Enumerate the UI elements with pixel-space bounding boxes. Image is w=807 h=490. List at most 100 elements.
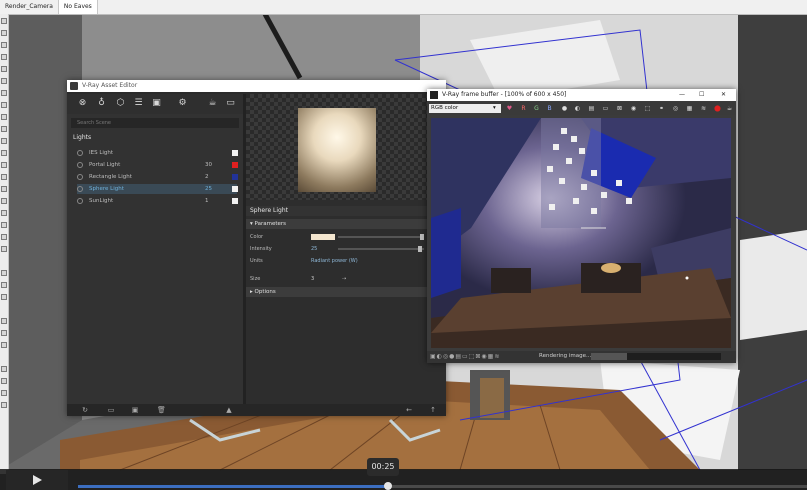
units-dropdown[interactable]: Radiant power (W)	[311, 256, 358, 266]
green-channel-icon[interactable]: G	[532, 104, 541, 113]
track-mouse-icon[interactable]: ◉	[629, 104, 638, 113]
asset-editor-titlebar[interactable]: V-Ray Asset Editor	[67, 80, 446, 92]
pan-tool-icon[interactable]	[1, 222, 7, 228]
arrow-right-icon[interactable]: ⇢	[342, 274, 346, 284]
clear-image-icon[interactable]: ⊠	[615, 104, 624, 113]
save-image-icon[interactable]: ▤	[587, 104, 596, 113]
corrections-icon[interactable]: ≋	[699, 104, 708, 113]
size-value[interactable]: 3	[311, 274, 314, 284]
orbit-tool-icon[interactable]	[1, 210, 7, 216]
rotate-tool-icon[interactable]	[1, 126, 7, 132]
scene-tab-render-camera[interactable]: Render_Camera	[0, 0, 59, 14]
light-color-swatch[interactable]	[232, 162, 238, 168]
load-image-icon[interactable]: ▭	[601, 104, 610, 113]
eraser-tool-icon[interactable]	[1, 30, 7, 36]
close-icon[interactable]: ✕	[721, 89, 726, 101]
light-item[interactable]: Portal Light 30	[77, 160, 238, 170]
vray-render-tool-icon[interactable]	[1, 366, 7, 372]
vray-light-tool-icon[interactable]	[1, 390, 7, 396]
intensity-slider[interactable]	[338, 246, 424, 252]
light-item[interactable]: IES Light	[77, 148, 238, 158]
light-item[interactable]: SunLight 1	[77, 196, 238, 206]
refresh-icon[interactable]: ↻	[81, 406, 89, 414]
red-channel-icon[interactable]: R	[519, 104, 528, 113]
light-color-swatch[interactable]	[232, 174, 238, 180]
channel-select[interactable]: RGB color ▾	[429, 104, 501, 113]
light-item[interactable]: Sphere Light 25	[77, 184, 238, 194]
intensity-slider-knob[interactable]	[418, 246, 422, 252]
settings-gear-icon[interactable]: ⚙	[177, 98, 188, 109]
circle-tool-icon[interactable]	[1, 78, 7, 84]
video-seek-handle[interactable]	[383, 482, 392, 490]
push-pull-tool-icon[interactable]	[1, 102, 7, 108]
color-picker-icon[interactable]: ♥	[505, 104, 514, 113]
render-elements-tab-icon[interactable]: ▣	[151, 98, 162, 109]
arc-tool-icon[interactable]	[1, 54, 7, 60]
render-teapot-icon[interactable]: ☕	[725, 104, 734, 113]
video-seek-bar[interactable]	[78, 482, 807, 490]
back-icon[interactable]: ←	[405, 406, 413, 414]
mono-icon[interactable]: ◐	[573, 104, 582, 113]
move-tool-icon[interactable]	[1, 114, 7, 120]
vray-interactive-tool-icon[interactable]	[1, 378, 7, 384]
light-item[interactable]: Rectangle Light 2	[77, 172, 238, 182]
minimize-icon[interactable]: —	[679, 89, 685, 101]
zoom-tool-icon[interactable]	[1, 234, 7, 240]
delete-icon[interactable]: 🗑	[157, 406, 166, 414]
color-slider[interactable]	[338, 234, 424, 240]
select-tool-icon[interactable]	[1, 18, 7, 24]
sandbox-tool-icon[interactable]	[1, 318, 7, 324]
parameters-section-header[interactable]: ▾ Parameters	[246, 219, 446, 229]
play-button[interactable]	[6, 470, 68, 490]
stop-render-icon[interactable]: ⬤	[713, 104, 722, 113]
materials-tab-icon[interactable]: ⊗	[77, 98, 88, 109]
light-color-swatch[interactable]	[232, 198, 238, 204]
tape-tool-icon[interactable]	[1, 162, 7, 168]
history-icon[interactable]: ◎	[671, 104, 680, 113]
scene-tab-no-eaves[interactable]: No Eaves	[58, 0, 98, 14]
maximize-icon[interactable]: ☐	[699, 89, 704, 101]
position-camera-tool-icon[interactable]	[1, 342, 7, 348]
zoom-extents-tool-icon[interactable]	[1, 246, 7, 252]
frame-buffer-titlebar[interactable]: V-Ray frame buffer - [100% of 600 x 450]…	[427, 89, 736, 101]
scale-tool-icon[interactable]	[1, 138, 7, 144]
geometry-tab-icon[interactable]: ⬡	[115, 98, 126, 109]
offset-tool-icon[interactable]	[1, 150, 7, 156]
open-folder-icon[interactable]: ▭	[107, 406, 115, 414]
frame-buffer-icon[interactable]: ▭	[225, 98, 236, 109]
status-tools-icons[interactable]: ▣◐◎●▤▭⬚⊠◉▦≋	[430, 353, 500, 360]
axes-tool-icon[interactable]	[1, 186, 7, 192]
light-color-swatch[interactable]	[232, 186, 238, 192]
asset-editor-window: V-Ray Asset Editor ⊗ ♁ ⬡ ☰ ▣ ⚙ ☕ ▭ Searc…	[67, 80, 446, 416]
follow-me-tool-icon[interactable]	[1, 330, 7, 336]
options-section-header[interactable]: ▸ Options	[246, 287, 446, 297]
up-icon[interactable]: ↑	[429, 406, 437, 414]
line-tool-icon[interactable]	[1, 42, 7, 48]
light-count: 1	[205, 198, 209, 204]
rendered-image[interactable]	[431, 118, 731, 348]
look-around-tool-icon[interactable]	[1, 294, 7, 300]
intensity-value[interactable]: 25	[311, 244, 317, 254]
section-tool-icon[interactable]	[1, 270, 7, 276]
blue-channel-icon[interactable]: B	[545, 104, 554, 113]
color-swatch[interactable]	[311, 234, 335, 240]
units-row: Units Radiant power (W)	[250, 256, 442, 266]
paint-tool-icon[interactable]	[1, 198, 7, 204]
cleanup-icon[interactable]: ▲	[225, 406, 233, 414]
link-icon[interactable]: ⚭	[657, 104, 666, 113]
textures-tab-icon[interactable]: ☰	[133, 98, 144, 109]
save-icon[interactable]: ▣	[131, 406, 139, 414]
region-render-icon[interactable]: ⬚	[643, 104, 652, 113]
light-color-swatch[interactable]	[232, 150, 238, 156]
lights-tab-icon[interactable]: ♁	[96, 98, 107, 109]
render-teapot-icon[interactable]: ☕	[207, 98, 218, 109]
lens-effects-icon[interactable]: ▦	[685, 104, 694, 113]
color-slider-knob[interactable]	[420, 234, 424, 240]
vray-proxy-tool-icon[interactable]	[1, 402, 7, 408]
walk-tool-icon[interactable]	[1, 282, 7, 288]
alpha-channel-icon[interactable]: ●	[560, 104, 569, 113]
text-tool-icon[interactable]	[1, 174, 7, 180]
search-scene-input[interactable]: Search Scene	[71, 118, 239, 128]
polygon-tool-icon[interactable]	[1, 90, 7, 96]
rectangle-tool-icon[interactable]	[1, 66, 7, 72]
